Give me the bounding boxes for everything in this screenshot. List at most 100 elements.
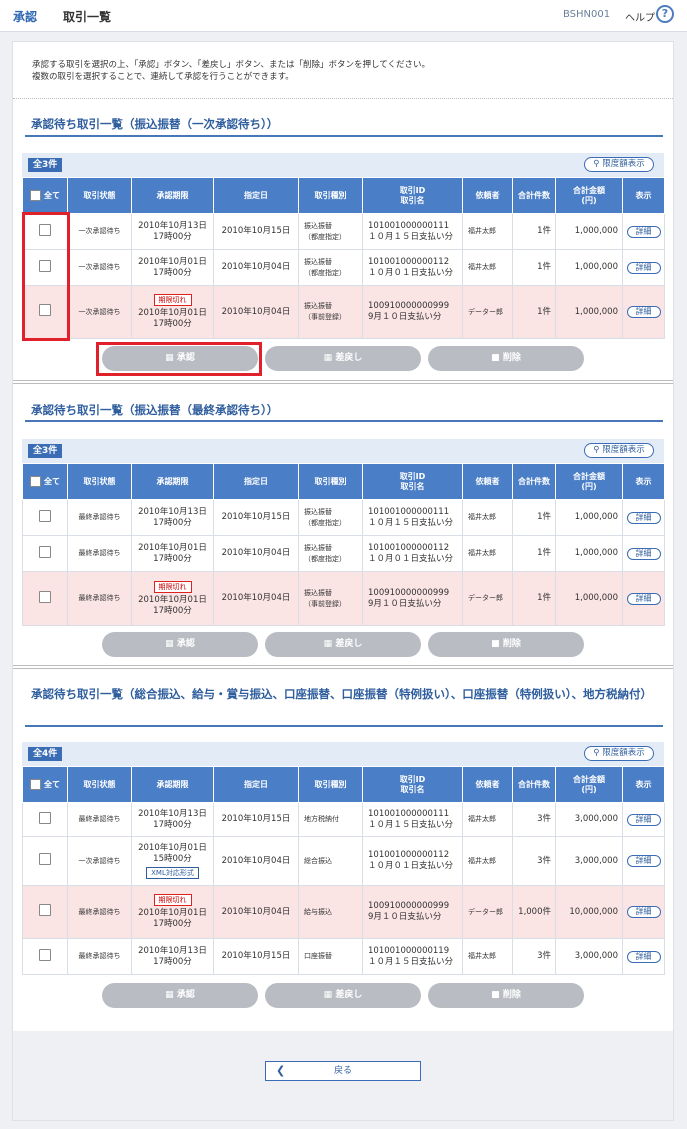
select-all-checkbox[interactable] (30, 190, 41, 201)
amount-cell: 1,000,000 (555, 499, 623, 536)
expired-badge: 期限切れ (153, 580, 192, 593)
approve-button[interactable]: ▦ 承認 (102, 983, 258, 1008)
amount-cell: 10,000,000 (555, 885, 623, 939)
document-icon: ▦ (165, 639, 174, 649)
row-checkbox[interactable] (39, 904, 51, 916)
column-header: 承認期限 (131, 177, 214, 214)
type-cell: 振込振替 （事前登録） (298, 571, 363, 626)
status-cell: 最終承認待ち (67, 535, 132, 572)
date-cell: 2010年10月04日 (213, 571, 299, 626)
detail-cell: 詳細 (622, 836, 665, 886)
total-count-badge: 全4件 (28, 747, 63, 761)
status-cell: 一次承認待ち (67, 213, 132, 250)
row-select-cell[interactable] (22, 802, 68, 837)
id-cell: 100910000000999 9月１０日支払い分 (362, 571, 463, 626)
delete-button[interactable]: ■ 削除 (428, 346, 584, 371)
id-cell: 101001000000111 １０月１５日支払い分 (362, 213, 463, 250)
deadline-cell: 期限切れ 2010年10月01日 17時00分 (131, 885, 214, 939)
limit-display-button[interactable]: ⚲ 限度額表示 (584, 746, 654, 761)
section-title: 承認待ち取引一覧（総合振込、給与・賞与振込、口座振替、口座振替（特例扱い）、口座… (31, 687, 652, 701)
trash-icon: ■ (491, 990, 500, 1000)
requester-cell: 福井太郎 (462, 535, 513, 572)
id-cell: 100910000000999 9月１０日支払い分 (362, 285, 463, 339)
row-select-cell[interactable] (22, 885, 68, 939)
requester-cell: データー郎 (462, 571, 513, 626)
screen-code: BSHN001 (563, 9, 611, 20)
row-checkbox[interactable] (39, 811, 51, 824)
amount-cell: 1,000,000 (555, 213, 623, 250)
help-link[interactable]: ヘルプ (625, 9, 655, 24)
row-select-cell[interactable] (22, 535, 68, 572)
delete-button[interactable]: ■ 削除 (428, 983, 584, 1008)
breadcrumb-approve[interactable]: 承認 (13, 8, 37, 25)
detail-button[interactable]: 詳細 (626, 306, 661, 318)
row-select-cell[interactable] (22, 938, 68, 975)
table-row: 最終承認待ち 2010年10月13日 17時00分 2010年10月15日 地方税納付 1… (22, 802, 665, 837)
date-cell: 2010年10月04日 (213, 535, 299, 572)
select-all-header[interactable]: 全て (22, 177, 68, 214)
select-all-checkbox[interactable] (30, 779, 41, 790)
detail-button[interactable]: 詳細 (626, 813, 661, 826)
detail-button[interactable]: 詳細 (626, 855, 661, 867)
row-checkbox[interactable] (39, 545, 51, 558)
column-header: 取引ID 取引名 (362, 463, 463, 500)
return-button[interactable]: ▦ 差戻し (265, 632, 421, 657)
type-cell: 振込振替 （都度指定） (298, 535, 363, 572)
column-header: 表示 (622, 463, 665, 500)
detail-button[interactable]: 詳細 (626, 950, 661, 963)
detail-button[interactable]: 詳細 (626, 547, 661, 560)
column-header: 承認期限 (131, 463, 214, 500)
back-button[interactable]: ❮ 戻る (265, 1061, 421, 1081)
type-cell: 口座振替 (298, 938, 363, 975)
row-checkbox[interactable] (39, 590, 51, 603)
column-header: 依頼者 (462, 766, 513, 803)
row-select-cell[interactable] (22, 499, 68, 536)
detail-button[interactable]: 詳細 (626, 225, 661, 238)
status-cell: 最終承認待ち (67, 802, 132, 837)
table-header: 全て 取引状態 承認期限 指定日 取引種別 取引ID 取引名 依頼者 合計件数 合計金額 (円) 表示 (22, 177, 665, 214)
detail-cell: 詳細 (622, 535, 665, 572)
type-cell: 給与振込 (298, 885, 363, 939)
approve-button[interactable]: ▦ 承認 (102, 632, 258, 657)
table-row: 一次承認待ち 2010年10月13日 17時00分 2010年10月15日 振込振替 （都… (22, 213, 665, 250)
row-select-cell[interactable] (22, 836, 68, 886)
delete-button[interactable]: ■ 削除 (428, 632, 584, 657)
transaction-table-box: 全4件 ⚲ 限度額表示 全て 取引状態 承認期限 指定日 取引種別 取引ID 取引名 依頼者 合計件… (22, 742, 665, 975)
status-cell: 最終承認待ち (67, 938, 132, 975)
select-all-header[interactable]: 全て (22, 766, 68, 803)
row-checkbox[interactable] (39, 853, 51, 865)
type-cell: 振込振替 （事前登録） (298, 285, 363, 339)
return-button[interactable]: ▦ 差戻し (265, 983, 421, 1008)
deadline-cell: 2010年10月01日 15時00分 XML対応形式 (131, 836, 214, 886)
return-button[interactable]: ▦ 差戻し (265, 346, 421, 371)
amount-cell: 1,000,000 (555, 571, 623, 626)
status-cell: 一次承認待ち (67, 836, 132, 886)
row-checkbox[interactable] (39, 509, 51, 522)
help-icon[interactable]: ? (656, 5, 674, 23)
row-select-cell[interactable] (22, 571, 68, 626)
limit-display-button[interactable]: ⚲ 限度額表示 (584, 157, 654, 172)
detail-button[interactable]: 詳細 (626, 261, 661, 274)
amount-cell: 3,000,000 (555, 938, 623, 975)
detail-button[interactable]: 詳細 (626, 906, 661, 918)
table-row: 一次承認待ち 2010年10月01日 17時00分 2010年10月04日 振込振替 （都… (22, 249, 665, 286)
date-cell: 2010年10月04日 (213, 836, 299, 886)
requester-cell: 福井太郎 (462, 249, 513, 286)
table-row: 最終承認待ち 2010年10月01日 17時00分 2010年10月04日 振込振替 （都… (22, 535, 665, 572)
date-cell: 2010年10月04日 (213, 885, 299, 939)
detail-cell: 詳細 (622, 885, 665, 939)
transaction-table-box: 全3件 ⚲ 限度額表示 全て 取引状態 承認期限 指定日 取引種別 取引ID 取引名 依頼者 合計件… (22, 153, 665, 339)
id-cell: 101001000000112 １０月０１日支払い分 (362, 249, 463, 286)
id-cell: 100910000000999 9月１０日支払い分 (362, 885, 463, 939)
select-all-header[interactable]: 全て (22, 463, 68, 500)
detail-button[interactable]: 詳細 (626, 511, 661, 524)
select-all-checkbox[interactable] (30, 476, 41, 487)
column-header: 表示 (622, 766, 665, 803)
limit-display-button[interactable]: ⚲ 限度額表示 (584, 443, 654, 458)
status-cell: 最終承認待ち (67, 571, 132, 626)
row-checkbox[interactable] (39, 948, 51, 961)
detail-button[interactable]: 詳細 (626, 592, 661, 605)
detail-cell: 詳細 (622, 938, 665, 975)
table-row: 一次承認待ち 期限切れ 2010年10月01日 17時00分 2010年10月04日 振込… (22, 285, 665, 339)
date-cell: 2010年10月15日 (213, 213, 299, 250)
